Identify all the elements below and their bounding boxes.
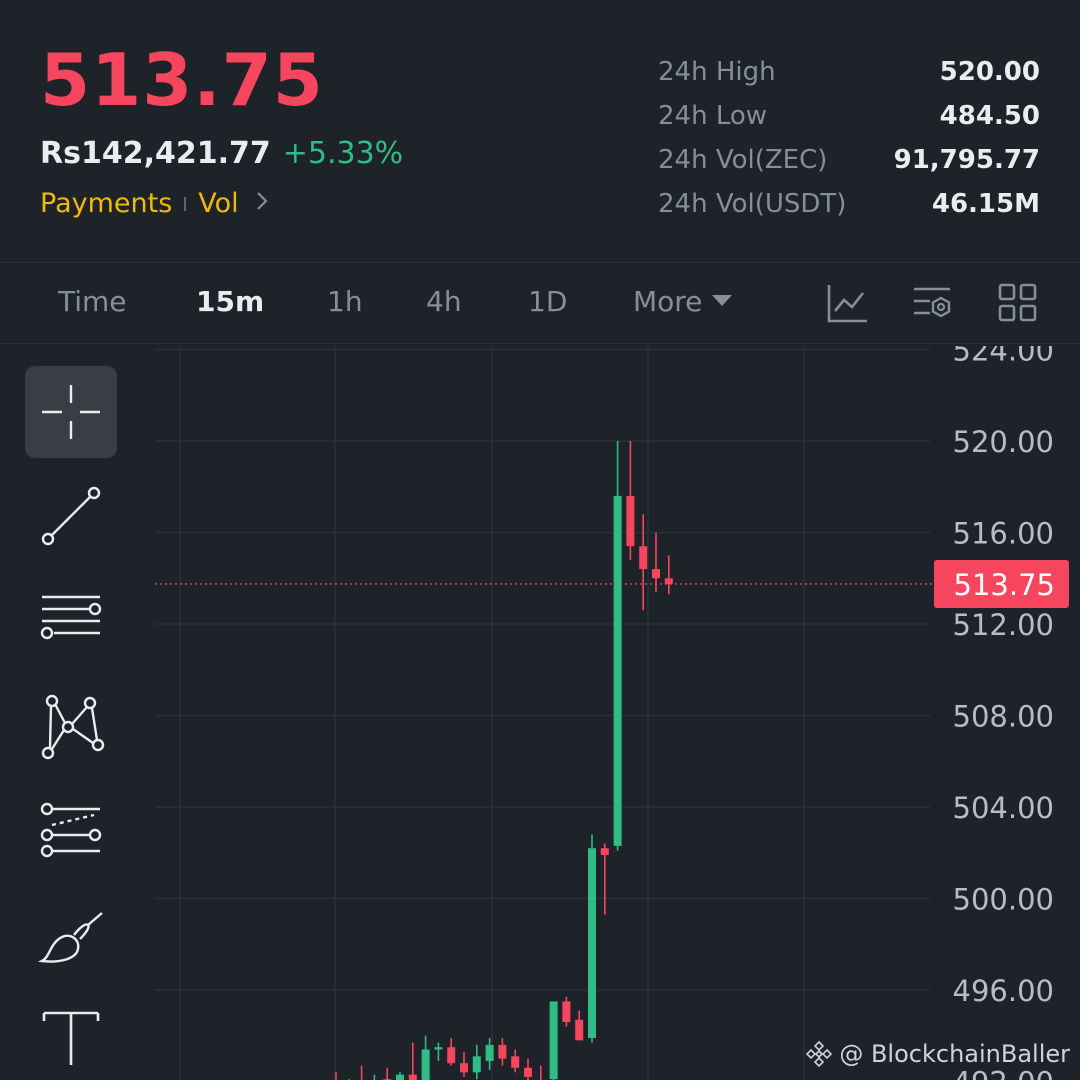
last-price-label: 513.75 [954, 568, 1055, 602]
grid-layout-icon[interactable] [996, 281, 1040, 325]
stat-24h-low: 24h Low 484.50 [658, 94, 1040, 138]
timeframe-toolbar: Time 15m 1h 4h 1D More [0, 262, 1080, 344]
binance-logo-icon [806, 1040, 833, 1068]
tab-1h[interactable]: 1h [327, 285, 363, 318]
y-tick-label: 504.00 [953, 791, 1054, 825]
stat-value: 520.00 [939, 57, 1040, 87]
horizontal-lines-icon [40, 595, 102, 640]
stat-value: 91,795.77 [893, 145, 1040, 175]
candle-body-up [613, 495, 622, 846]
change-percent: +5.33% [282, 136, 404, 171]
horizontal-lines-tool[interactable] [25, 576, 117, 668]
tag-payments[interactable]: Payments [40, 188, 172, 219]
y-tick-label: 524.00 [953, 346, 1054, 368]
candle-body-down [575, 1019, 584, 1041]
y-tick-label: 516.00 [953, 517, 1054, 551]
crosshair-tool[interactable] [25, 366, 117, 458]
text-tool[interactable] [25, 992, 117, 1080]
y-tick-label: 512.00 [953, 608, 1054, 642]
tag-vol[interactable]: Vol [198, 188, 238, 219]
stats-panel: 24h High 520.00 24h Low 484.50 24h Vol(Z… [658, 50, 1040, 226]
chevron-right-icon[interactable] [255, 189, 269, 219]
fiat-row: Rs142,421.77 +5.33% [40, 136, 403, 171]
price-axis: 524.00 520.00 516.00 512.00 508.00 504.00 500.… [953, 346, 1054, 1080]
candle-body-down [460, 1063, 468, 1073]
caret-down-icon [712, 294, 733, 306]
tab-more[interactable]: More [633, 285, 733, 318]
fib-channel-tool[interactable] [25, 784, 117, 876]
candlestick-chart[interactable]: 524.00 520.00 516.00 512.00 508.00 504.00 500.… [150, 346, 1080, 1080]
tag-separator [184, 196, 187, 211]
stat-value: 46.15M [931, 189, 1040, 219]
y-tick-label: 500.00 [953, 883, 1054, 917]
candle-body-down [664, 578, 673, 584]
candle-body-down [626, 495, 635, 547]
last-price-marker: 513.75 [155, 559, 1069, 608]
tag-row[interactable]: Payments Vol [40, 188, 269, 219]
candle-body-down [511, 1056, 520, 1068]
grid-lines [155, 346, 930, 1080]
stat-label: 24h High [658, 57, 776, 87]
tab-1d[interactable]: 1D [528, 285, 567, 318]
drawing-tools [0, 346, 150, 1080]
text-icon [42, 1011, 100, 1065]
candles [335, 441, 673, 1080]
watermark-text: @ BlockchainBaller [839, 1040, 1070, 1068]
trend-line-icon [41, 486, 101, 546]
settings-sliders-icon[interactable] [910, 281, 954, 325]
fiat-price: Rs142,421.77 [40, 136, 271, 171]
tab-time[interactable]: Time [58, 285, 127, 318]
candle-body-down [600, 848, 609, 856]
stat-value: 484.50 [939, 101, 1040, 131]
crosshair-icon [42, 385, 100, 439]
candle-body-down [562, 1001, 571, 1023]
pattern-icon [41, 694, 105, 760]
tab-4h[interactable]: 4h [426, 285, 462, 318]
y-tick-label: 508.00 [953, 700, 1054, 734]
candle-body-up [485, 1044, 494, 1061]
trend-line-tool[interactable] [25, 470, 117, 562]
candle-body-up [434, 1047, 443, 1050]
y-tick-label: 496.00 [953, 974, 1054, 1008]
candle-body-down [408, 1074, 417, 1080]
chart-canvas[interactable]: 524.00 520.00 516.00 512.00 508.00 504.00 500.… [150, 346, 1080, 1080]
candle-body-up [396, 1074, 404, 1080]
brush-tool[interactable] [25, 890, 117, 982]
indicator-chart-icon[interactable] [825, 281, 869, 325]
stat-label: 24h Low [658, 101, 768, 131]
stat-label: 24h Vol(USDT) [658, 189, 847, 219]
pattern-tool[interactable] [25, 680, 117, 772]
watermark: @ BlockchainBaller [805, 1040, 1070, 1068]
candle-body-down [639, 546, 648, 570]
stat-label: 24h Vol(ZEC) [658, 145, 828, 175]
stat-24h-high: 24h High 520.00 [658, 50, 1040, 94]
candle-body-up [421, 1049, 430, 1080]
candle-body-down [447, 1047, 456, 1064]
tab-15m[interactable]: 15m [196, 285, 264, 318]
candle-body-up [549, 1001, 558, 1080]
y-tick-label: 520.00 [953, 425, 1054, 459]
candle-body-down [498, 1044, 507, 1059]
candle-body-down [652, 569, 660, 579]
fib-channel-icon [40, 802, 102, 858]
stat-24h-vol-zec: 24h Vol(ZEC) 91,795.77 [658, 138, 1040, 182]
candle-body-up [588, 848, 596, 1039]
candle-body-down [524, 1067, 532, 1077]
brush-icon [37, 912, 103, 963]
stat-24h-vol-usdt: 24h Vol(USDT) 46.15M [658, 182, 1040, 226]
ticker-header: 513.75 Rs142,421.77 +5.33% Payments Vol … [0, 0, 1080, 260]
candle-body-up [472, 1056, 481, 1073]
tab-more-label: More [633, 285, 703, 318]
last-price: 513.75 [40, 38, 324, 122]
